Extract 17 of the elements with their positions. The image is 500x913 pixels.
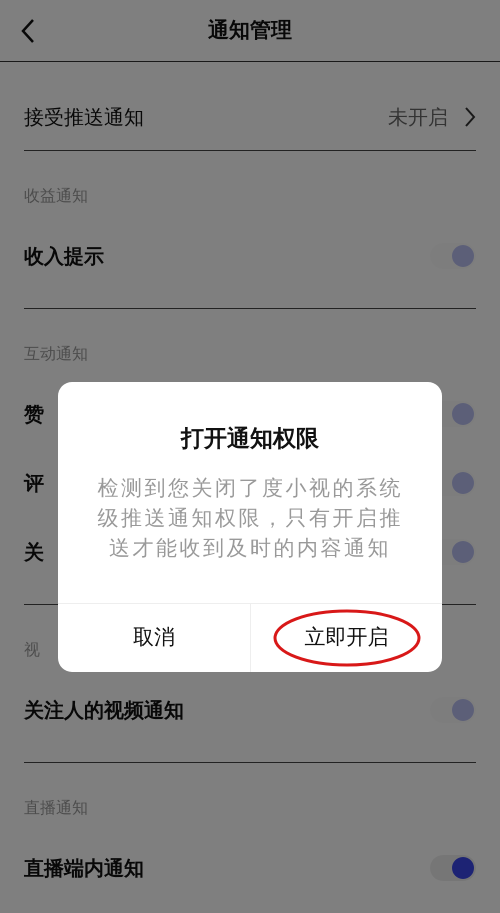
setting-label: 接受推送通知 [24,104,145,131]
dialog-title: 打开通知权限 [179,425,320,454]
cancel-button[interactable]: 取消 [58,604,250,672]
setting-label: 直播端内通知 [24,854,144,882]
enable-button[interactable]: 立即开启 [250,604,442,672]
setting-value: 未开启 [388,104,448,131]
setting-label: 评 [24,470,44,496]
setting-label: 关注人的视频通知 [24,696,184,724]
setting-label: 关 [24,538,44,566]
toggle-switch[interactable] [430,854,476,880]
setting-label: 赞 [24,400,44,428]
setting-label: 收入提示 [24,242,104,270]
chevron-icon [464,106,476,128]
dialog-message: 检测到您关闭了度小视的系统级推送通知权限，只有开启推送才能收到及时的内容通知 [96,474,404,562]
page-title: 通知管理 [208,16,292,44]
back-icon[interactable] [20,18,36,44]
push-setting-row[interactable]: 接受推送通知 未开启 [24,62,476,151]
